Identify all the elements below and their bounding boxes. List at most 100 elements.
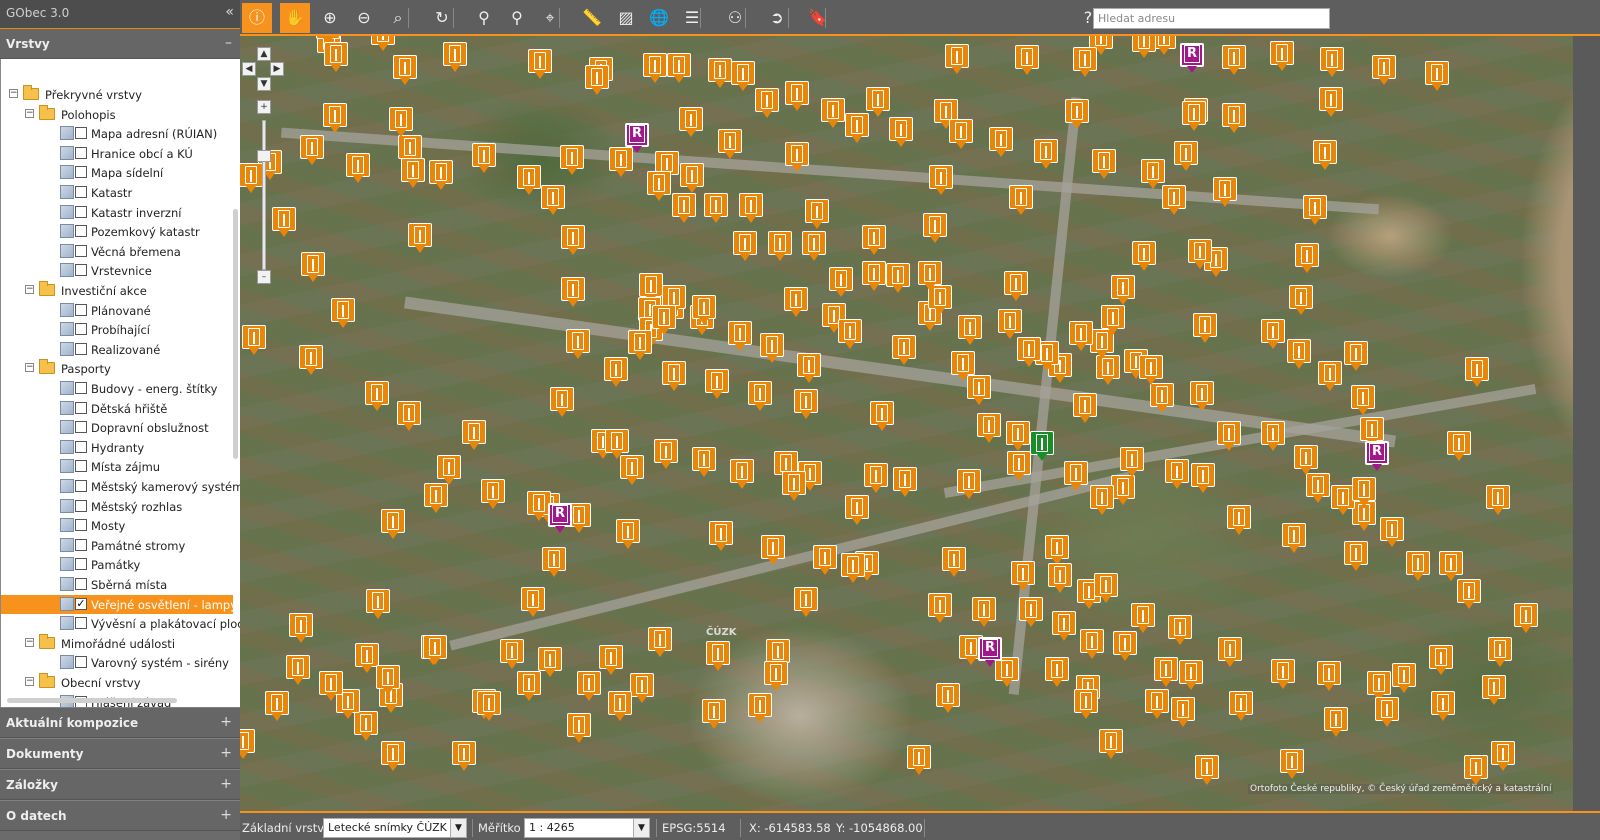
street-lamp-marker[interactable] xyxy=(998,309,1022,339)
street-lamp-marker[interactable] xyxy=(892,335,916,365)
street-lamp-marker[interactable] xyxy=(1488,637,1512,667)
street-lamp-marker[interactable] xyxy=(942,547,966,577)
street-lamp-marker[interactable] xyxy=(761,535,785,565)
street-lamp-marker[interactable] xyxy=(672,193,696,223)
street-lamp-marker[interactable] xyxy=(1165,459,1189,489)
street-lamp-marker[interactable] xyxy=(728,321,752,351)
street-lamp-marker[interactable] xyxy=(437,455,461,485)
street-lamp-marker[interactable] xyxy=(647,171,671,201)
street-lamp-marker[interactable] xyxy=(1380,517,1404,547)
zoom-out-icon[interactable]: ⊖ xyxy=(349,3,379,33)
street-lamp-marker[interactable] xyxy=(977,413,1001,443)
layer-visibility-checkbox[interactable] xyxy=(75,323,87,336)
street-lamp-marker[interactable] xyxy=(1113,631,1137,661)
street-lamp-marker[interactable] xyxy=(1213,177,1237,207)
globe-icon[interactable]: 🌐 xyxy=(644,3,674,33)
street-lamp-marker[interactable] xyxy=(1045,535,1069,565)
street-lamp-marker[interactable] xyxy=(452,741,476,771)
street-lamp-marker[interactable] xyxy=(1090,485,1114,515)
street-lamp-marker[interactable] xyxy=(945,44,969,74)
street-lamp-marker[interactable] xyxy=(718,129,742,159)
street-lamp-marker[interactable] xyxy=(1096,355,1120,385)
street-lamp-marker[interactable] xyxy=(585,65,609,95)
street-lamp-marker[interactable] xyxy=(785,81,809,111)
street-lamp-marker[interactable] xyxy=(577,671,601,701)
street-lamp-marker[interactable] xyxy=(704,193,728,223)
street-lamp-marker[interactable] xyxy=(1094,573,1118,603)
street-lamp-marker[interactable] xyxy=(829,267,853,297)
street-lamp-marker[interactable] xyxy=(1344,341,1368,371)
zoom-slider-thumb[interactable] xyxy=(257,150,271,162)
street-lamp-marker[interactable] xyxy=(708,58,732,88)
street-lamp-marker[interactable] xyxy=(1195,755,1219,785)
street-lamp-marker[interactable] xyxy=(381,509,405,539)
street-lamp-marker[interactable] xyxy=(1034,139,1058,169)
street-lamp-marker[interactable] xyxy=(1132,241,1156,271)
street-lamp-marker[interactable] xyxy=(1344,541,1368,571)
street-lamp-marker[interactable] xyxy=(845,495,869,525)
street-lamp-marker[interactable] xyxy=(1375,697,1399,727)
street-lamp-marker[interactable] xyxy=(870,401,894,431)
street-lamp-marker[interactable] xyxy=(866,87,890,117)
street-lamp-marker[interactable] xyxy=(366,589,390,619)
layer-item[interactable]: Městský kamerový systém xyxy=(1,477,240,496)
layer-visibility-checkbox[interactable] xyxy=(75,519,87,532)
street-lamp-marker[interactable] xyxy=(918,261,942,291)
street-lamp-marker[interactable] xyxy=(1392,663,1416,693)
street-lamp-marker[interactable] xyxy=(679,107,703,137)
street-lamp-marker[interactable] xyxy=(1317,661,1341,691)
street-lamp-marker[interactable] xyxy=(1222,103,1246,133)
street-lamp-marker[interactable] xyxy=(424,483,448,513)
layer-item[interactable]: Památné stromy xyxy=(1,536,233,555)
layer-visibility-checkbox[interactable] xyxy=(75,127,87,140)
street-lamp-marker[interactable] xyxy=(397,401,421,431)
street-lamp-marker[interactable] xyxy=(1080,629,1104,659)
street-lamp-marker[interactable] xyxy=(1217,421,1241,451)
street-lamp-marker[interactable] xyxy=(521,587,545,617)
layer-item[interactable]: Mosty xyxy=(1,516,233,535)
street-lamp-marker[interactable] xyxy=(1069,321,1093,351)
street-lamp-marker[interactable] xyxy=(1168,615,1192,645)
street-lamp-marker[interactable] xyxy=(1289,285,1313,315)
layer-item[interactable]: Katastr xyxy=(1,183,233,202)
street-lamp-marker[interactable] xyxy=(1162,185,1186,215)
street-lamp-marker[interactable] xyxy=(1261,421,1285,451)
layer-group[interactable]: − Investiční akce xyxy=(1,281,233,300)
street-lamp-marker[interactable] xyxy=(730,459,754,489)
street-lamp-marker[interactable] xyxy=(1092,149,1116,179)
street-lamp-marker[interactable] xyxy=(1457,579,1481,609)
layer-item[interactable]: Katastr inverzní xyxy=(1,203,233,222)
street-lamp-marker[interactable] xyxy=(1015,45,1039,75)
street-lamp-marker[interactable] xyxy=(323,103,347,133)
street-lamp-marker[interactable] xyxy=(331,298,355,328)
street-lamp-marker[interactable] xyxy=(1270,41,1294,71)
street-lamp-marker[interactable] xyxy=(567,713,591,743)
street-lamp-marker[interactable] xyxy=(755,88,779,118)
street-lamp-marker[interactable] xyxy=(923,213,947,243)
info-icon[interactable]: ⓘ xyxy=(242,3,272,33)
street-lamp-marker[interactable] xyxy=(1154,657,1178,687)
zoom-slider[interactable] xyxy=(262,120,266,270)
street-lamp-marker[interactable] xyxy=(1352,477,1376,507)
street-lamp-marker[interactable] xyxy=(429,160,453,190)
layer-group[interactable]: − Překryvné vrstvy xyxy=(1,85,233,104)
tree-expander-icon[interactable]: − xyxy=(25,285,34,294)
street-lamp-marker[interactable] xyxy=(1064,461,1088,491)
street-lamp-marker[interactable] xyxy=(1006,421,1030,451)
tree-expander-icon[interactable]: − xyxy=(25,108,34,118)
bookmark-icon[interactable]: 🔖 xyxy=(803,3,833,33)
street-lamp-marker[interactable] xyxy=(1193,313,1217,343)
layer-item[interactable]: ✓ Veřejné osvětlení - lampy xyxy=(1,594,237,614)
street-lamp-marker[interactable] xyxy=(1351,385,1375,415)
tree-expander-icon[interactable]: − xyxy=(25,677,34,686)
layer-visibility-checkbox[interactable] xyxy=(75,578,87,590)
list-icon[interactable]: ☰ xyxy=(677,3,707,33)
layer-visibility-checkbox[interactable] xyxy=(75,264,87,277)
pan-hand-icon[interactable]: ✋ xyxy=(280,3,310,33)
street-lamp-marker[interactable] xyxy=(1372,55,1396,85)
street-lamp-marker[interactable] xyxy=(907,745,931,775)
layer-visibility-checkbox[interactable] xyxy=(75,186,87,198)
map-canvas[interactable]: R R R R R ČÚZK xyxy=(240,36,1573,811)
street-lamp-marker[interactable] xyxy=(1465,357,1489,387)
street-lamp-marker[interactable] xyxy=(662,361,686,391)
